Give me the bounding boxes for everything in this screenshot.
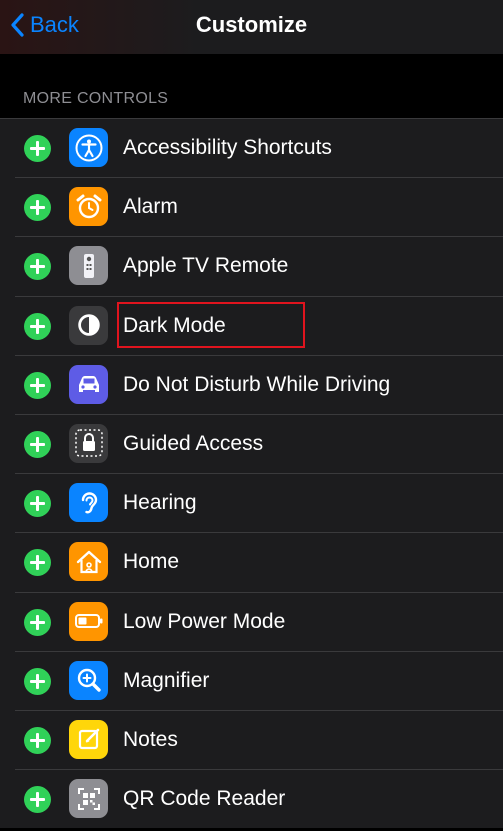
- add-icon[interactable]: [24, 726, 51, 754]
- add-icon[interactable]: [24, 430, 51, 458]
- separator: [15, 473, 503, 475]
- list-item[interactable]: Home: [0, 532, 503, 591]
- add-icon[interactable]: [24, 135, 51, 162]
- add-icon[interactable]: [24, 667, 51, 695]
- item-label: Apple TV Remote: [123, 254, 289, 278]
- item-label: Low Power Mode: [123, 609, 286, 633]
- item-label: Alarm: [123, 195, 178, 219]
- list-item[interactable]: QR Code Reader: [0, 769, 503, 828]
- navigation-bar: Back Customize: [0, 0, 503, 54]
- item-label: Do Not Disturb While Driving: [123, 372, 391, 396]
- separator: [15, 709, 503, 711]
- qr-code-icon: [69, 779, 108, 819]
- separator: [15, 354, 503, 356]
- item-label: QR Code Reader: [123, 787, 286, 811]
- battery-icon: [69, 601, 108, 641]
- alarm-clock-icon: [69, 187, 108, 227]
- list-item[interactable]: Hearing: [0, 473, 503, 532]
- home-icon: [69, 542, 108, 582]
- separator: [15, 650, 503, 652]
- item-label: Accessibility Shortcuts: [123, 136, 332, 159]
- add-icon[interactable]: [24, 253, 51, 281]
- list-item[interactable]: Alarm: [0, 177, 503, 236]
- list-item[interactable]: Notes: [0, 709, 503, 769]
- separator: [0, 118, 503, 119]
- item-label: Magnifier: [123, 668, 210, 692]
- separator: [15, 236, 503, 238]
- tv-remote-icon: [69, 246, 108, 286]
- separator: [15, 413, 503, 415]
- ear-icon: [69, 483, 108, 523]
- separator: [15, 769, 503, 771]
- item-label: Hearing: [123, 491, 197, 515]
- notes-icon: [69, 719, 108, 759]
- add-icon[interactable]: [24, 549, 51, 577]
- separator: [15, 532, 503, 534]
- list-item[interactable]: Accessibility Shortcuts: [0, 118, 503, 177]
- add-icon[interactable]: [24, 608, 51, 636]
- list-item[interactable]: Low Power Mode: [0, 591, 503, 651]
- add-icon[interactable]: [24, 786, 51, 814]
- add-icon[interactable]: [24, 371, 51, 399]
- separator: [15, 295, 503, 297]
- add-icon[interactable]: [24, 490, 51, 518]
- page-title: Customize: [195, 12, 308, 37]
- lock-icon: [69, 423, 108, 463]
- add-icon[interactable]: [24, 194, 51, 222]
- magnifier-icon: [69, 660, 108, 700]
- separator: [15, 177, 503, 179]
- list-item[interactable]: Apple TV Remote: [0, 236, 503, 295]
- accessibility-icon: [69, 128, 108, 167]
- item-label: Home: [123, 550, 180, 574]
- item-label: Guided Access: [123, 431, 264, 455]
- dark-mode-icon: [69, 305, 108, 345]
- car-icon: [69, 364, 108, 404]
- list-item[interactable]: Do Not Disturb While Driving: [0, 354, 503, 414]
- item-label: Notes: [123, 727, 178, 751]
- section-background: [0, 54, 503, 118]
- highlight-box: [117, 302, 305, 348]
- list-item[interactable]: Magnifier: [0, 650, 503, 710]
- section-header: MORE CONTROLS: [23, 90, 169, 107]
- separator: [15, 591, 503, 593]
- add-icon[interactable]: [24, 312, 51, 340]
- list-item[interactable]: Guided Access: [0, 413, 503, 473]
- controls-list: Accessibility Shortcuts Alarm Apple TV R…: [0, 118, 503, 829]
